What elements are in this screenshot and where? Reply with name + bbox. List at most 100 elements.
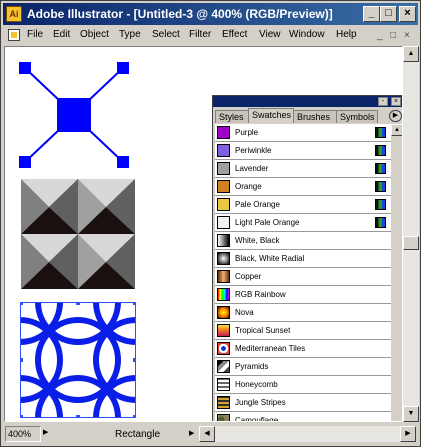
swatch-chip — [217, 144, 230, 157]
vertical-scrollbar[interactable]: ▲ ▼ — [403, 46, 419, 422]
horizontal-scrollbar[interactable]: ◀ ▶ — [199, 426, 416, 442]
swatch-row[interactable]: Pale Orange — [215, 196, 391, 214]
swatch-row[interactable]: Honeycomb — [215, 376, 391, 394]
menu-filter[interactable]: Filter — [189, 29, 211, 40]
swatch-row[interactable]: White, Black — [215, 232, 391, 250]
menu-file[interactable]: File — [27, 29, 43, 40]
palette-tabs: Styles Swatches Brushes Symbols ▶ — [213, 108, 402, 123]
swatches-palette: - × Styles Swatches Brushes Symbols ▶ Pu… — [212, 95, 402, 422]
swatch-label: Light Pale Orange — [235, 218, 300, 227]
status-bar: 400% ▶ Rectangle ▶ ◀ ▶ — [3, 424, 418, 444]
scroll-right-button[interactable]: ▶ — [400, 426, 416, 442]
swatch-label: Tropical Sunset — [235, 326, 291, 335]
document-icon[interactable] — [8, 29, 20, 41]
swatch-chip — [217, 396, 230, 409]
azure-rings-artwork[interactable] — [20, 302, 136, 418]
swatch-label: Copper — [235, 272, 262, 281]
swatch-row[interactable]: Nova — [215, 304, 391, 322]
swatch-label: Orange — [235, 182, 262, 191]
swatch-label: Camouflage — [235, 416, 279, 422]
swatch-chip — [217, 162, 230, 175]
swatch-row[interactable]: Purple — [215, 124, 391, 142]
swatch-row[interactable]: Tropical Sunset — [215, 322, 391, 340]
minimize-button[interactable]: _ — [363, 6, 380, 22]
palette-menu-button[interactable]: ▶ — [389, 110, 402, 122]
tab-styles[interactable]: Styles — [215, 110, 249, 123]
zoom-level-field[interactable]: 400% — [5, 426, 41, 442]
scroll-up-button[interactable]: ▲ — [403, 46, 419, 62]
color-mode-icon — [375, 145, 386, 156]
window-title: Adobe Illustrator - [Untitled-3 @ 400% (… — [27, 7, 333, 21]
color-mode-icon — [375, 199, 386, 210]
palette-scroll-up-button[interactable]: ▲ — [391, 124, 402, 136]
swatch-label: Periwinkle — [235, 146, 272, 155]
swatch-chip — [217, 198, 230, 211]
swatch-chip — [217, 342, 230, 355]
swatch-row[interactable]: Periwinkle — [215, 142, 391, 160]
menu-view[interactable]: View — [259, 29, 281, 40]
menu-edit[interactable]: Edit — [53, 29, 70, 40]
swatch-row[interactable]: Light Pale Orange — [215, 214, 391, 232]
menu-effect[interactable]: Effect — [222, 29, 247, 40]
zoom-dropdown-icon[interactable]: ▶ — [43, 428, 48, 436]
swatch-row[interactable]: Copper — [215, 268, 391, 286]
swatch-row[interactable]: Pyramids — [215, 358, 391, 376]
scroll-down-button[interactable]: ▼ — [403, 406, 419, 422]
doc-minimize-button[interactable]: _ — [377, 30, 383, 41]
color-mode-icon — [375, 217, 386, 228]
doc-close-button[interactable]: × — [404, 30, 410, 41]
maximize-button[interactable]: □ — [380, 6, 397, 22]
swatch-label: Black, White Radial — [235, 254, 305, 263]
doc-restore-button[interactable]: □ — [390, 30, 396, 41]
current-tool-label: Rectangle — [115, 429, 161, 440]
swatch-row[interactable]: Black, White Radial — [215, 250, 391, 268]
swatch-chip — [217, 252, 230, 265]
tab-symbols[interactable]: Symbols — [336, 110, 378, 123]
artboard-canvas[interactable]: - × Styles Swatches Brushes Symbols ▶ Pu… — [4, 46, 403, 422]
menu-type[interactable]: Type — [119, 29, 141, 40]
swatch-chip — [217, 378, 230, 391]
app-window: Ai Adobe Illustrator - [Untitled-3 @ 400… — [0, 0, 421, 447]
palette-scrollbar[interactable]: ▲ ▼ — [391, 124, 402, 421]
swatch-chip — [217, 306, 230, 319]
swatch-row[interactable]: Orange — [215, 178, 391, 196]
swatch-chip — [217, 126, 230, 139]
swatch-row[interactable]: Camouflage — [215, 412, 391, 422]
menu-object[interactable]: Object — [80, 29, 109, 40]
close-button[interactable]: × — [399, 6, 416, 22]
palette-minimize-button[interactable]: - — [378, 97, 388, 106]
swatch-label: RGB Rainbow — [235, 290, 286, 299]
swatch-chip — [217, 180, 230, 193]
pyramids-pattern-artwork[interactable] — [21, 179, 135, 289]
menu-select[interactable]: Select — [152, 29, 180, 40]
menu-window[interactable]: Window — [289, 29, 325, 40]
swatch-label: Honeycomb — [235, 380, 278, 389]
menu-help[interactable]: Help — [336, 29, 357, 40]
status-menu-icon[interactable]: ▶ — [189, 429, 194, 437]
square-connector-artwork[interactable] — [19, 62, 131, 168]
title-bar[interactable]: Ai Adobe Illustrator - [Untitled-3 @ 400… — [3, 3, 418, 25]
swatch-label: Pyramids — [235, 362, 269, 371]
swatch-label: Pale Orange — [235, 200, 280, 209]
tab-swatches[interactable]: Swatches — [248, 108, 294, 123]
color-mode-icon — [375, 127, 386, 138]
swatch-label: Mediterranean Tiles — [235, 344, 306, 353]
palette-close-button[interactable]: × — [391, 97, 401, 106]
swatch-label: White, Black — [235, 236, 280, 245]
illustrator-app-icon[interactable]: Ai — [6, 6, 22, 22]
swatch-row[interactable]: Jungle Stripes — [215, 394, 391, 412]
swatch-row[interactable]: Lavender — [215, 160, 391, 178]
tab-brushes[interactable]: Brushes — [293, 110, 337, 123]
swatch-label: Jungle Stripes — [235, 398, 286, 407]
swatch-row[interactable]: Mediterranean Tiles — [215, 340, 391, 358]
palette-title-bar[interactable]: - × — [213, 96, 402, 107]
swatch-label: Purple — [235, 128, 259, 137]
swatch-chip — [217, 234, 230, 247]
color-mode-icon — [375, 181, 386, 192]
scroll-left-button[interactable]: ◀ — [199, 426, 215, 442]
scroll-thumb[interactable] — [403, 236, 419, 250]
swatch-row[interactable]: RGB Rainbow — [215, 286, 391, 304]
swatch-chip — [217, 414, 230, 421]
color-mode-icon — [375, 163, 386, 174]
swatch-list: Purple Periwinkle Lavender Orange Pale Orang… — [215, 124, 391, 422]
